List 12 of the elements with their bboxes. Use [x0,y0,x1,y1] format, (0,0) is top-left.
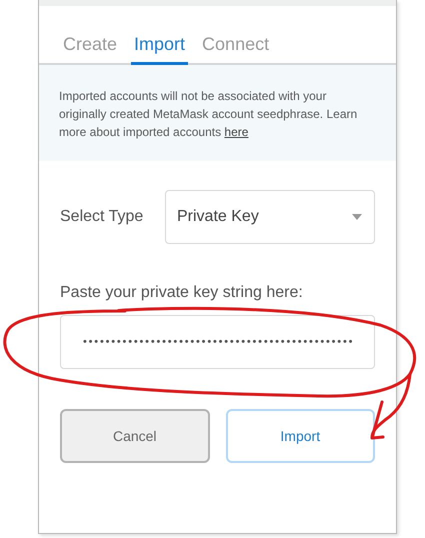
caret-icon [352,214,362,220]
select-type-label: Select Type [60,208,144,226]
tab[interactable]: Create [60,28,120,65]
key-field-label: Paste your private key string here: [60,284,303,302]
tab[interactable]: Connect [199,28,272,65]
cancel-button[interactable]: Cancel [60,409,210,463]
type-dropdown[interactable]: Private Key [165,190,375,244]
private-key-field[interactable]: •••••••••••••••••••••••••••••••••••••••••••••••• [60,315,375,369]
here-link[interactable]: here [224,125,248,139]
scribble-arrow [370,372,412,440]
import-button[interactable]: Import [226,409,375,463]
notice-text: Imported accounts will not be associated with your originally created MetaMask account seedphrase. Learn more about imported accounts here [59,88,358,141]
